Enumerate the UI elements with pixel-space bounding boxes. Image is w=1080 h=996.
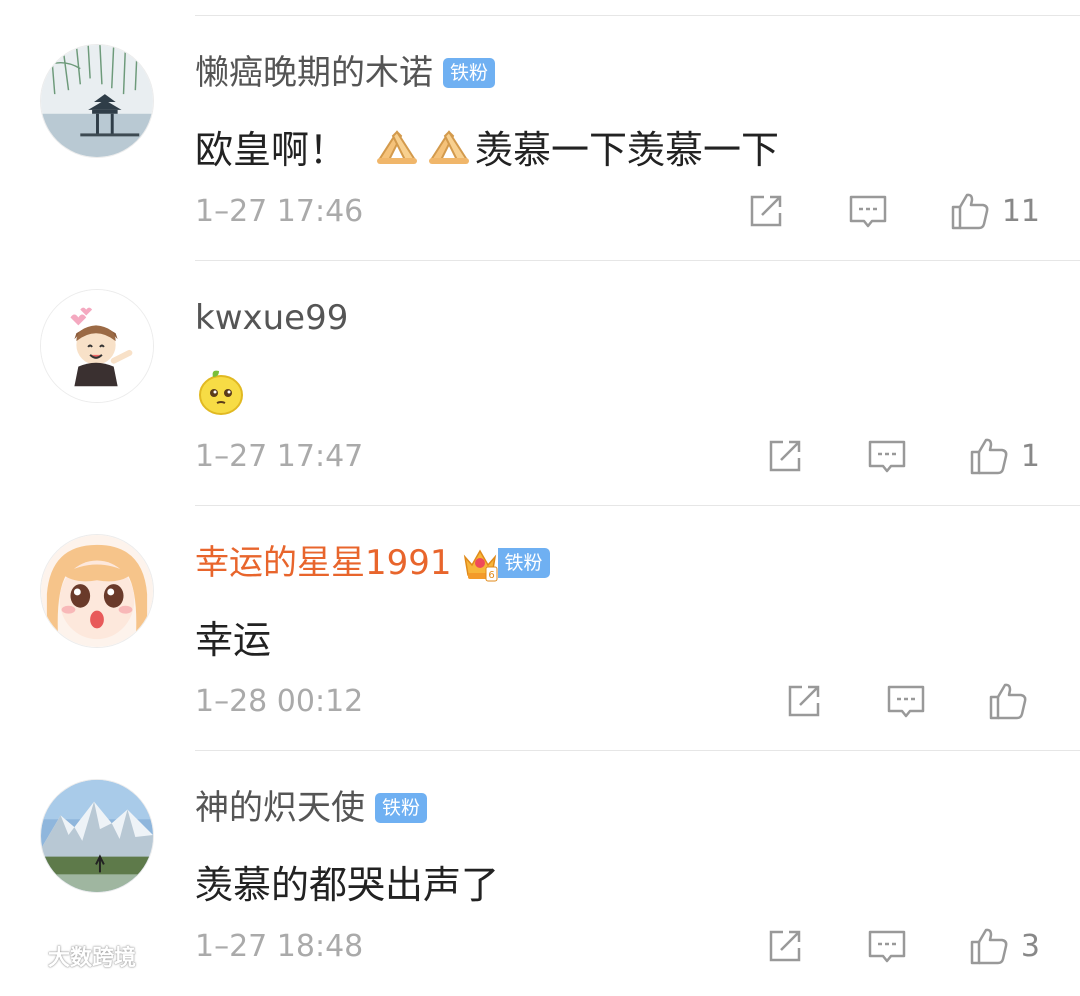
comment-text-part: 欧皇啊！ [195,127,348,172]
watermark-text: 大数跨境 [48,946,137,971]
crown-icon: 6 [463,549,498,582]
fan-badge: 铁粉 [497,548,550,578]
fan-badge: 铁粉 [443,58,496,88]
repost-button[interactable] [782,679,826,723]
comment-button[interactable] [846,189,890,233]
watermark-logo-icon [8,947,44,965]
avatar[interactable] [40,289,154,403]
comment-text-part: 幸运 [195,617,272,662]
comment-button[interactable] [884,679,928,723]
comment-icon [868,930,906,963]
thumbs-up-icon [970,438,1008,475]
repost-icon [769,440,801,472]
username[interactable]: 懒癌晚期的木诺 [195,50,433,96]
comment-icon [868,440,906,473]
watermark: 大数跨境 [8,940,136,972]
comment-button[interactable] [865,434,909,478]
pray-hands-emoji [377,130,418,164]
crown-level: 6 [488,570,494,581]
timestamp: 1–28 00:12 [195,683,364,719]
like-count: 3 [1020,928,1040,964]
thumbs-up-icon [989,683,1027,720]
timestamp: 1–27 18:48 [195,928,364,964]
comment-item: 懒癌晚期的木诺 铁粉 欧皇啊！ 羡慕一下羡慕一下 1–27 17:46 11 [0,16,1080,261]
repost-button[interactable] [763,924,807,968]
like-button[interactable]: 1 [967,434,1040,478]
username[interactable]: 幸运的星星1991 [195,540,452,586]
like-count: 1 [1020,438,1040,474]
timestamp: 1–27 17:46 [195,193,364,229]
comment-text-part: 羡慕一下羡慕一下 [475,127,780,172]
comment-text: 欧皇啊！ 羡慕一下羡慕一下 [195,116,779,176]
avatar[interactable] [40,534,154,648]
like-button[interactable] [986,679,1040,723]
like-count: 11 [1001,193,1040,229]
pray-hands-emoji [429,130,470,164]
avatar[interactable] [40,779,154,893]
repost-icon [750,195,782,227]
thumbs-up-icon [970,928,1008,965]
repost-icon [788,685,820,717]
username[interactable]: kwxue99 [195,295,348,341]
comment-button[interactable] [865,924,909,968]
comment-icon [849,195,887,228]
comment-text: 幸运 [195,606,271,666]
repost-button[interactable] [744,189,788,233]
comment-item: kwxue99 1–27 17:47 1 [0,261,1080,506]
comment-text-part: 羡慕的都哭出声了 [195,862,500,907]
comment-text [195,361,247,421]
repost-icon [769,930,801,962]
thumbs-up-icon [951,193,989,230]
like-button[interactable]: 3 [967,924,1040,968]
comment-item: 神的炽天使 铁粉 羡慕的都哭出声了 1–27 18:48 3 [0,751,1080,996]
like-button[interactable]: 11 [948,189,1040,233]
comment-item: 幸运的星星1991 6 铁粉 幸运 1–28 00:12 [0,506,1080,751]
username[interactable]: 神的炽天使 [195,785,365,831]
timestamp: 1–27 17:47 [195,438,364,474]
fan-badge: 铁粉 [375,793,428,823]
comment-icon [887,685,925,718]
lemon-emoji [199,370,243,415]
repost-button[interactable] [763,434,807,478]
avatar[interactable] [40,44,154,158]
comment-text: 羡慕的都哭出声了 [195,851,499,911]
